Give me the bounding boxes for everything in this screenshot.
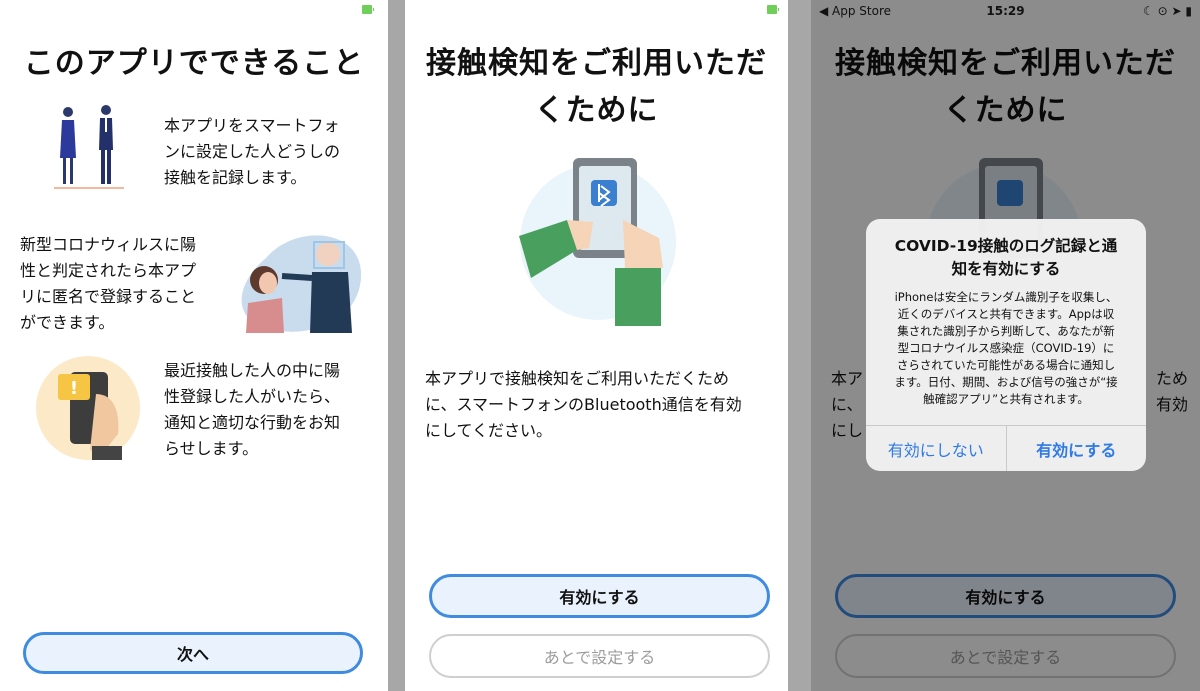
bluetooth-permission-screen: 接触検知をご利用いただ くために 本アプリで接触検知をご利用いただくため に、スマー…: [405, 0, 788, 691]
battery-icon: [362, 5, 374, 14]
later-button[interactable]: あとで設定する: [429, 634, 770, 678]
notification-phone-illustration: !: [36, 356, 140, 460]
feature-2-text: 新型コロナウィルスに陽 性と判定されたら本アプ リに匿名で登録すること ができます。: [20, 235, 197, 332]
next-button[interactable]: 次へ: [23, 632, 363, 674]
exposure-notification-alert-screen: ◀ App Store 15:29 ☾ ⊙ ➤ ▮ 接触検知をご利用いただ くため…: [811, 0, 1200, 691]
feature-3-text: 最近接触した人の中に陽 性登録した人がいたら、 通知と適切な行動をお知 らせします。: [164, 361, 341, 458]
svg-text:!: !: [70, 378, 78, 399]
enable-button[interactable]: 有効にする: [429, 574, 770, 618]
exposure-notification-alert: COVID-19接触のログ記録と通 知を有効にする iPhoneは安全にランダム識…: [866, 219, 1146, 471]
battery-icon: [767, 5, 779, 14]
two-people-illustration: [54, 105, 124, 189]
instruction-text: 本アプリで接触検知をご利用いただくため に、スマートフォンのBluetooth通信…: [425, 369, 742, 440]
covid-test-illustration: [241, 235, 362, 333]
page-title: 接触検知をご利用いただ くために: [426, 46, 767, 128]
page-title: このアプリでできること: [23, 46, 365, 81]
deny-button[interactable]: 有効にしない: [866, 426, 1006, 471]
onboarding-screen-features: このアプリでできること 本アプリをスマートフォ ンに設定した人どうしの 接触を記録し…: [0, 0, 388, 691]
alert-title: COVID-19接触のログ記録と通 知を有効にする: [894, 237, 1118, 278]
alert-actions: 有効にしない 有効にする: [866, 425, 1146, 471]
bluetooth-phone-illustration: [519, 158, 676, 326]
alert-message: iPhoneは安全にランダム識別子を収集し、 近くのデバイスと共有できます。Ap…: [894, 290, 1118, 406]
feature-1-text: 本アプリをスマートフォ ンに設定した人どうしの 接触を記録します。: [164, 116, 341, 187]
allow-button[interactable]: 有効にする: [1005, 426, 1147, 471]
